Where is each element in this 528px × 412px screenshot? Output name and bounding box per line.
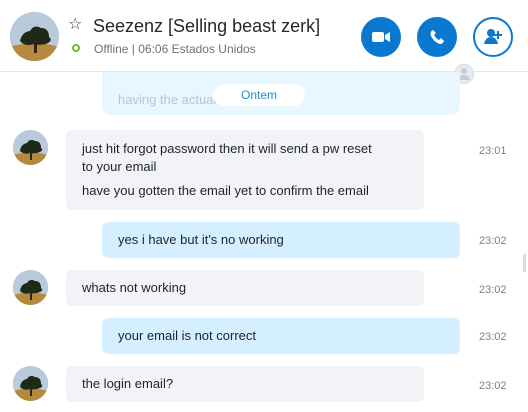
add-people-button[interactable] [473, 17, 513, 57]
audio-call-button[interactable] [417, 17, 457, 57]
contact-avatar[interactable] [10, 12, 59, 61]
sender-avatar [13, 270, 48, 305]
message-text: just hit forgot password then it will se… [82, 141, 372, 156]
sender-avatar [13, 130, 48, 165]
presence-status-icon [72, 44, 80, 52]
contact-status: Offline | 06:06 Estados Unidos [94, 42, 256, 56]
message-bubble-incoming: just hit forgot password then it will se… [66, 130, 424, 210]
video-call-icon [372, 32, 390, 42]
video-call-button[interactable] [361, 17, 401, 57]
contact-name: Seezenz [Selling beast zerk] [93, 16, 321, 36]
message-time: 23:02 [479, 331, 507, 343]
message-bubble-outgoing: yes i have but it's no working [102, 222, 460, 258]
message-bubble-incoming: whats not working [66, 270, 424, 306]
message-bubble-incoming: the login email? [66, 366, 424, 402]
add-person-icon [484, 29, 502, 44]
message-time: 23:01 [479, 145, 507, 157]
chat-header: ☆ Seezenz [Selling beast zerk] Offline |… [0, 0, 528, 84]
scrollbar-thumb[interactable] [523, 254, 526, 272]
message-bubble-outgoing: your email is not correct [102, 318, 460, 354]
message-time: 23:02 [479, 380, 507, 392]
message-text: yes i have but it's no working [118, 232, 284, 247]
date-separator: Ontem [214, 85, 304, 105]
conversation-area: having the actual one Ontem just hit for… [0, 72, 528, 412]
message-time: 23:02 [479, 235, 507, 247]
message-text: whats not working [82, 280, 187, 295]
message-text: the login email? [82, 376, 174, 391]
phone-icon [430, 30, 444, 44]
sender-avatar [13, 366, 48, 401]
message-text: have you gotten the email yet to confirm… [82, 183, 369, 198]
message-text: your email is not correct [118, 328, 256, 343]
message-time: 23:02 [479, 284, 507, 296]
favorite-star-icon[interactable]: ☆ [68, 17, 84, 33]
message-text: to your email [82, 159, 157, 174]
